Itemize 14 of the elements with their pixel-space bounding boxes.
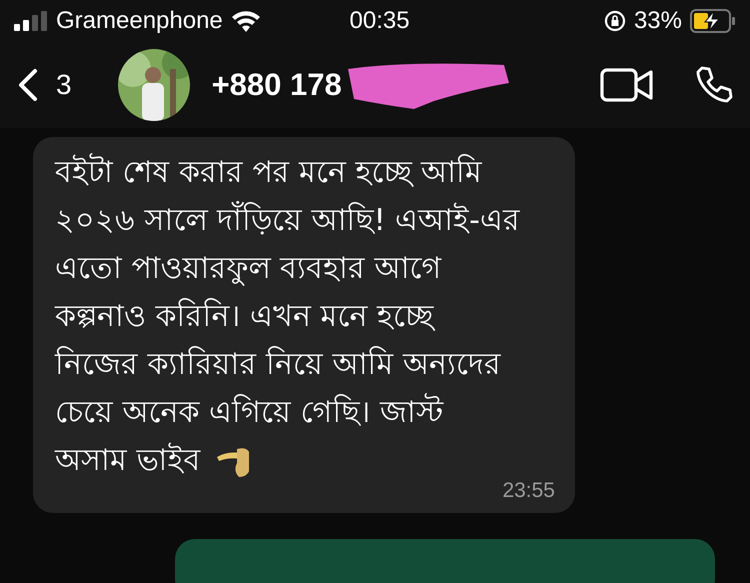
battery-percent: 33% bbox=[634, 7, 682, 35]
rotation-lock-icon bbox=[604, 10, 626, 32]
signal-icon bbox=[14, 11, 48, 31]
message-time: 23:55 bbox=[502, 479, 555, 503]
wifi-icon bbox=[230, 10, 261, 32]
video-call-button[interactable] bbox=[600, 67, 654, 103]
back-button[interactable]: 3 bbox=[18, 68, 72, 102]
clock-time: 00:35 bbox=[350, 7, 410, 35]
carrier-name: Grameenphone bbox=[56, 7, 223, 35]
battery-charging-icon bbox=[690, 9, 736, 33]
voice-call-button[interactable] bbox=[694, 65, 734, 105]
contact-name[interactable]: +880 178 bbox=[212, 67, 342, 103]
message-text: বইটা শেষ করার পর মনে হচ্ছে আমি ২০২৬ সালে দাঁড়িয়ে আছি! এআই-এর এতো পাওয়ারফুল ব্যবহার আগে কল্পনাও করিনি। এখন মনে হচ্ছে নিজের ক্যারিয়ার নিয়ে আমি অন্যদের চেয়ে অনেক এগিয়ে গেছি। জাস্ট অসাম ভাইব bbox=[55, 152, 520, 481]
back-chevron-icon bbox=[18, 68, 38, 102]
